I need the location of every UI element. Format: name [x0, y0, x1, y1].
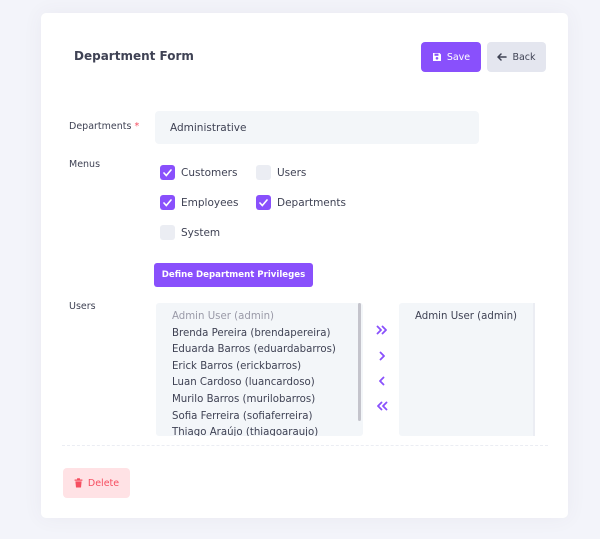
form-divider — [62, 445, 548, 446]
back-button-label: Back — [512, 51, 536, 63]
delete-button[interactable]: Delete — [63, 468, 130, 498]
menu-checkbox-departments[interactable]: Departments — [256, 195, 346, 210]
required-mark: * — [134, 121, 140, 132]
checkbox-system[interactable] — [160, 225, 175, 240]
back-button[interactable]: Back — [487, 42, 546, 72]
chevron-right-icon — [379, 351, 385, 361]
available-users-list[interactable]: Admin User (admin) Brenda Pereira (brend… — [156, 303, 363, 436]
move-left-button[interactable] — [371, 372, 393, 390]
floppy-disk-icon — [432, 53, 441, 61]
menu-label-customers: Customers — [181, 166, 238, 179]
departments-label-text: Departments — [69, 121, 132, 132]
page-title: Department Form — [74, 49, 194, 63]
save-button[interactable]: Save — [421, 42, 481, 72]
selected-users-list[interactable]: Admin User (admin) — [399, 303, 535, 436]
menu-label-users: Users — [277, 166, 307, 179]
double-chevron-left-icon — [377, 401, 388, 411]
checkbox-users[interactable] — [256, 165, 271, 180]
menu-label-departments: Departments — [277, 196, 347, 209]
menu-checkbox-customers[interactable]: Customers — [160, 165, 237, 180]
move-right-button[interactable] — [371, 347, 393, 365]
move-all-right-button[interactable] — [371, 321, 393, 339]
selected-users-list-border — [533, 303, 535, 436]
arrow-left-icon — [497, 53, 508, 61]
checkbox-employees[interactable] — [160, 195, 175, 210]
define-privileges-button[interactable]: Define Department Privileges — [154, 263, 313, 287]
check-icon — [163, 168, 172, 177]
save-button-label: Save — [446, 51, 471, 63]
list-item[interactable]: Eduarda Barros (eduardabarros) — [172, 342, 363, 359]
menu-checkbox-users[interactable]: Users — [256, 165, 306, 180]
check-icon — [163, 198, 172, 207]
departments-label: Departments * — [69, 121, 139, 132]
menu-checkbox-system[interactable]: System — [160, 225, 220, 240]
list-item[interactable]: Thiago Araújo (thiagoaraujo) — [172, 425, 363, 436]
list-item[interactable]: Admin User (admin) — [172, 309, 363, 326]
department-name-input[interactable] — [155, 111, 479, 144]
list-item[interactable]: Luan Cardoso (luancardoso) — [172, 375, 363, 392]
list-item[interactable]: Admin User (admin) — [415, 309, 535, 326]
checkbox-departments[interactable] — [256, 195, 271, 210]
double-chevron-right-icon — [376, 325, 387, 335]
list-item[interactable]: Murilo Barros (murilobarros) — [172, 392, 363, 409]
users-label: Users — [69, 301, 96, 312]
chevron-left-icon — [379, 376, 385, 386]
menus-label: Menus — [69, 159, 101, 170]
list-item[interactable]: Brenda Pereira (brendapereira) — [172, 326, 363, 343]
menu-label-employees: Employees — [181, 196, 239, 209]
move-all-left-button[interactable] — [371, 397, 393, 415]
check-icon — [259, 198, 268, 207]
list-item[interactable]: Erick Barros (erickbarros) — [172, 359, 363, 376]
menu-label-system: System — [181, 226, 221, 239]
trash-icon — [74, 478, 83, 488]
delete-button-label: Delete — [87, 477, 120, 489]
available-users-scrollbar[interactable] — [358, 303, 361, 421]
list-item[interactable]: Sofia Ferreira (sofiaferreira) — [172, 409, 363, 426]
menu-checkbox-employees[interactable]: Employees — [160, 195, 238, 210]
department-form-card: Department Form Save Back Departments * … — [41, 13, 568, 518]
checkbox-customers[interactable] — [160, 165, 175, 180]
